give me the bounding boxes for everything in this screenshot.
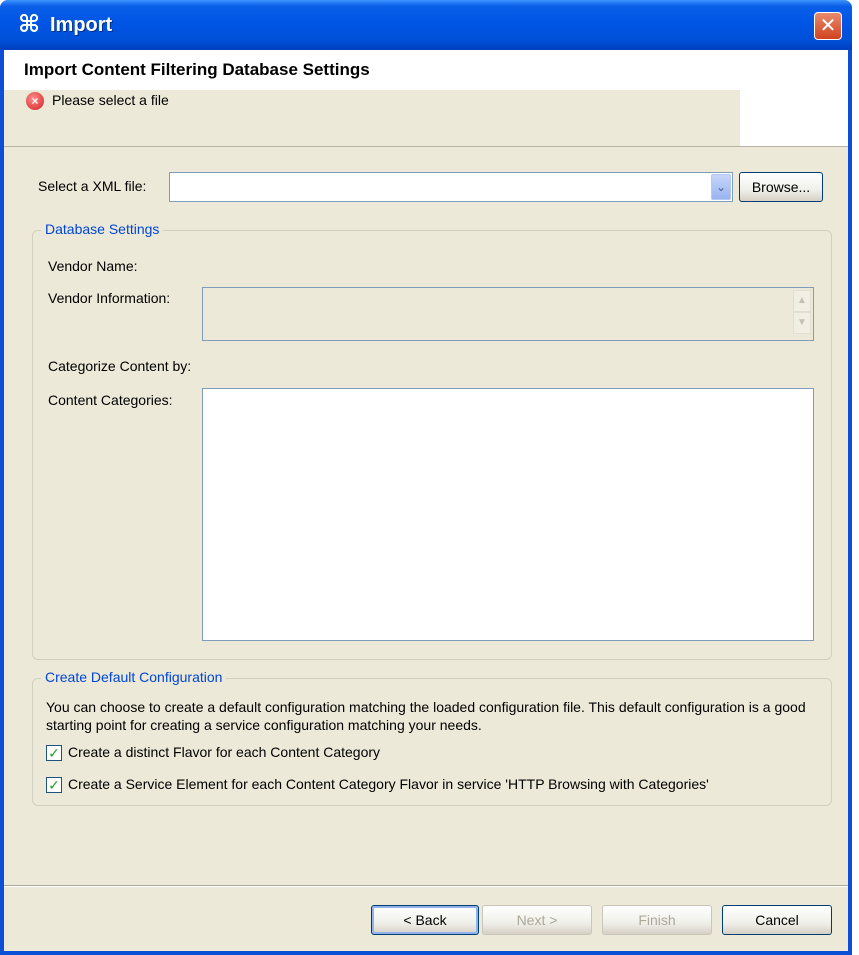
vendor-name-label: Vendor Name: <box>48 258 138 274</box>
app-icon: ⌘ <box>18 10 41 38</box>
footer-divider <box>4 885 848 887</box>
wizard-header: Import Content Filtering Database Settin… <box>4 50 848 147</box>
back-button[interactable]: < Back <box>371 905 479 935</box>
import-dialog: ⌘ Import ✕ Import Content Filtering Data… <box>0 0 852 955</box>
flavor-checkbox[interactable]: ✓ <box>46 745 62 762</box>
default-config-title: Create Default Configuration <box>41 669 227 685</box>
chevron-down-icon[interactable]: ⌄ <box>711 174 731 200</box>
file-select-label: Select a XML file: <box>38 178 147 194</box>
finish-button[interactable]: Finish <box>602 905 712 935</box>
error-message-text: Please select a file <box>52 92 169 108</box>
vendor-info-scrollbar[interactable]: ▲ ▼ <box>793 290 811 334</box>
title-bar[interactable]: ⌘ Import ✕ <box>0 0 852 50</box>
service-element-checkbox[interactable]: ✓ <box>46 777 62 794</box>
scroll-up-icon[interactable]: ▲ <box>793 290 811 312</box>
next-button[interactable]: Next > <box>482 905 592 935</box>
scroll-down-icon[interactable]: ▼ <box>793 312 811 334</box>
categorize-label: Categorize Content by: <box>48 358 192 374</box>
vendor-info-label: Vendor Information: <box>48 290 171 306</box>
cancel-button[interactable]: Cancel <box>722 905 832 935</box>
browse-button[interactable]: Browse... <box>739 172 823 202</box>
service-element-checkbox-label[interactable]: Create a Service Element for each Conten… <box>68 776 709 792</box>
content-categories-list[interactable] <box>202 388 814 641</box>
page-title: Import Content Filtering Database Settin… <box>24 60 370 79</box>
vendor-info-field[interactable]: ▲ ▼ <box>202 287 814 341</box>
close-button[interactable]: ✕ <box>814 12 842 40</box>
default-config-description: You can choose to create a default confi… <box>46 699 806 733</box>
xml-file-combo[interactable]: ⌄ <box>169 172 733 202</box>
window-title: Import <box>50 14 113 36</box>
content-categories-label: Content Categories: <box>48 392 173 408</box>
flavor-checkbox-row[interactable]: ✓ Create a distinct Flavor for each Conte… <box>46 744 380 762</box>
flavor-checkbox-label[interactable]: Create a distinct Flavor for each Conten… <box>68 744 380 760</box>
error-icon: × <box>26 92 44 111</box>
database-settings-title: Database Settings <box>41 221 164 237</box>
service-element-checkbox-row[interactable]: ✓ Create a Service Element for each Conte… <box>46 776 709 794</box>
error-message: × Please select a file <box>26 92 169 111</box>
